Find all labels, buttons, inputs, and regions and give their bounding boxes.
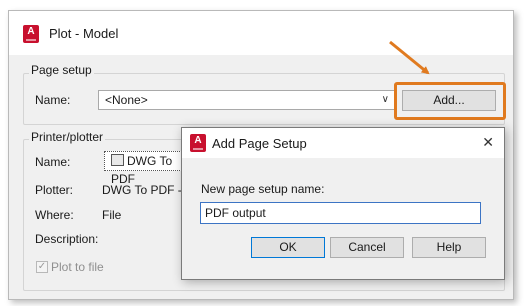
arrow-to-add-button [389, 40, 430, 75]
dialog-titlebar: A Add Page Setup ✕ [182, 128, 504, 158]
add-page-setup-dialog: A Add Page Setup ✕ New page setup name: … [181, 127, 505, 280]
autocad-app-icon: A [190, 134, 206, 152]
cancel-button[interactable]: Cancel [330, 237, 404, 258]
ok-button[interactable]: OK [251, 237, 325, 258]
help-button-label: Help [436, 240, 462, 254]
close-icon[interactable]: ✕ [482, 134, 494, 151]
new-page-setup-name-label-text: New page setup name: [201, 182, 325, 196]
dialog-title: Add Page Setup [212, 136, 307, 151]
help-button[interactable]: Help [412, 237, 486, 258]
ok-button-label: OK [279, 240, 297, 254]
new-page-setup-name-input[interactable]: PDF output [200, 202, 481, 224]
cancel-button-label: Cancel [348, 240, 386, 254]
new-page-setup-name-label: New page setup name: [201, 182, 324, 196]
